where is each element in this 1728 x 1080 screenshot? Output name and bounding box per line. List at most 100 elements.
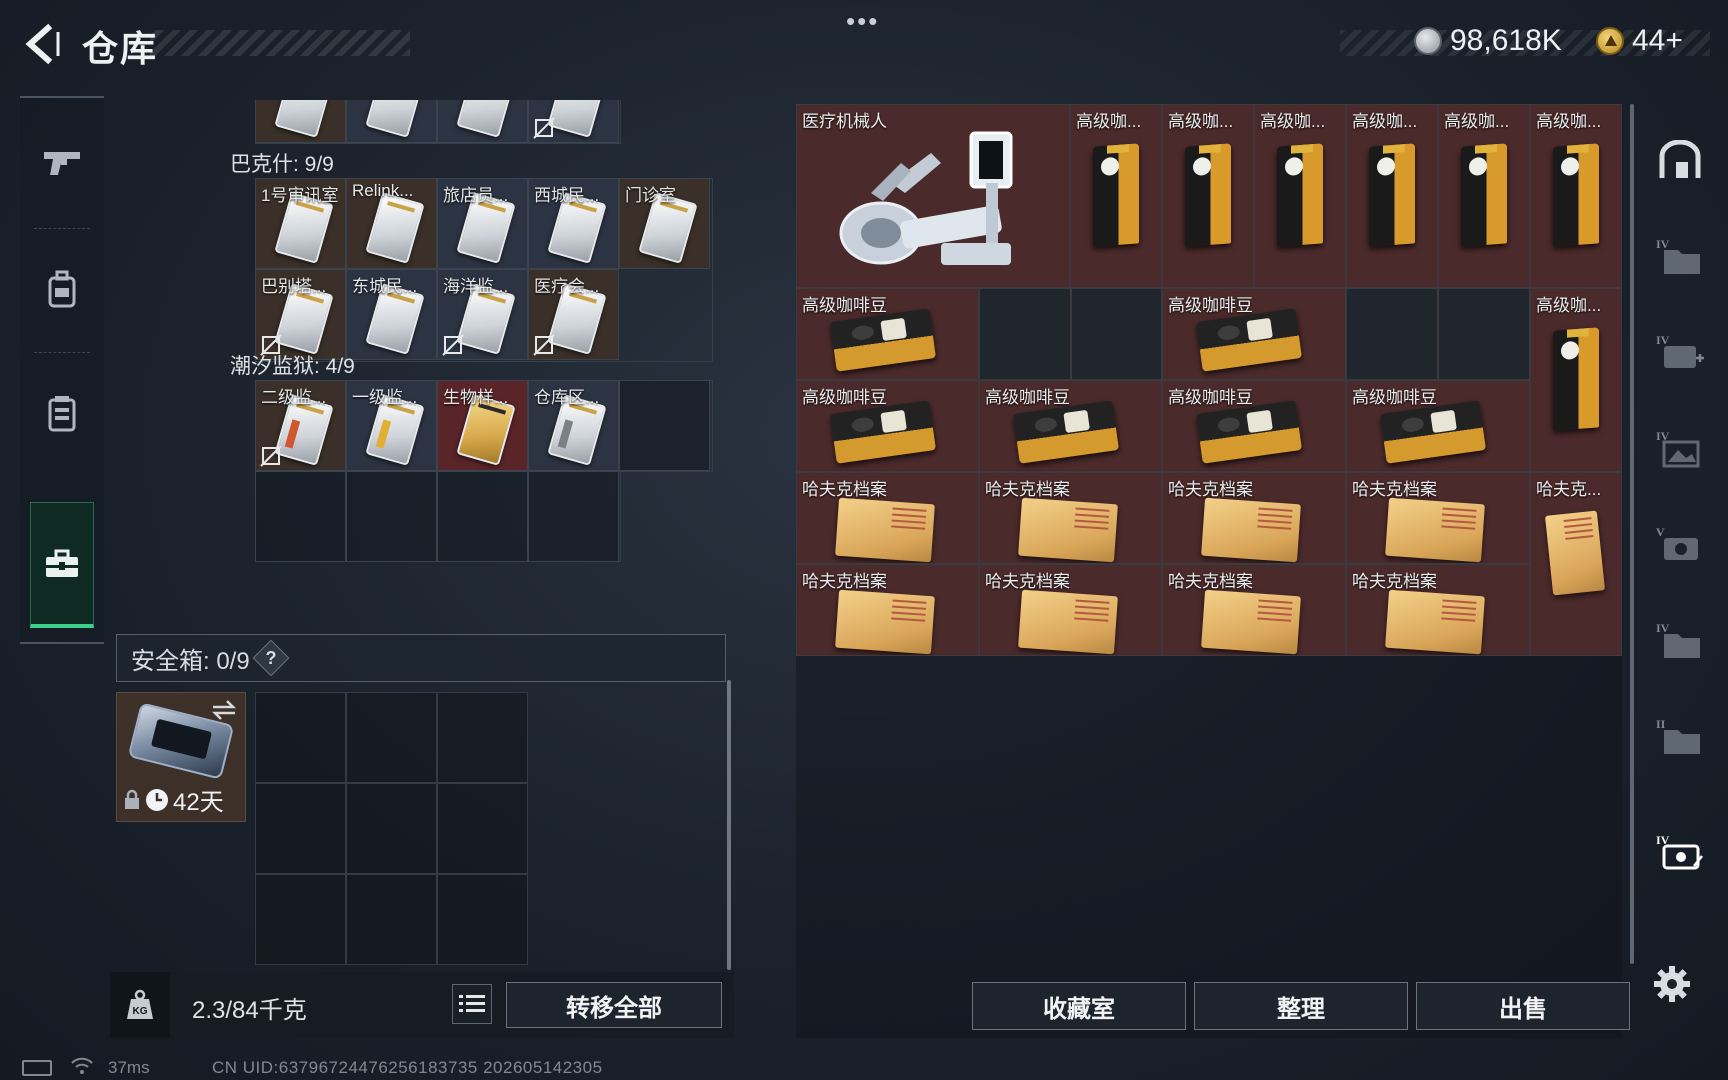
list-view-button[interactable] [452,984,492,1024]
stash-item-coffee[interactable]: 高级咖... [1530,104,1622,288]
svg-text:KG: KG [133,1006,148,1017]
organize-button[interactable]: 整理 [1194,982,1408,1030]
silver-currency[interactable]: 98,618K [1414,24,1562,58]
key-slot[interactable]: 仓库区... [528,380,619,471]
sell-button[interactable]: 出售 [1416,982,1630,1030]
empty-key-slot[interactable] [346,471,437,562]
stash-item-archive[interactable]: 哈夫克档案 [1162,472,1346,564]
safebox-slot[interactable] [346,692,437,783]
gold-currency[interactable]: 44+ [1596,24,1683,58]
safebox-slot[interactable] [346,874,437,965]
key-slot[interactable]: 医疗会... [528,269,619,360]
collection-room-button[interactable]: 收藏室 [972,982,1186,1030]
stash-item-coffee[interactable]: 高级咖... [1530,288,1622,472]
safebox-slot[interactable] [437,692,528,783]
stash-page-4-device-active[interactable]: IV [1644,804,1716,900]
rail-tab-backpack[interactable] [30,234,94,344]
key-slot[interactable] [255,100,346,143]
safebox-slot[interactable] [437,783,528,874]
key-slot[interactable]: 1号审讯室 [255,178,346,269]
key-slot[interactable]: 东城民... [346,269,437,360]
stash-item-coffee[interactable]: 高级咖... [1070,104,1162,288]
ping-value: 37ms [108,1058,150,1077]
coffee-box-image [1196,400,1302,464]
empty-key-slot[interactable] [619,380,710,471]
stash-page-2-folder[interactable]: II [1644,688,1716,784]
container-scrollbar[interactable] [727,680,731,970]
rail-tab-weapon[interactable] [30,108,94,218]
stash-item-coffee[interactable]: 高级咖... [1346,104,1438,288]
item-label: 哈夫克档案 [802,572,887,591]
item-label: 高级咖... [1536,296,1602,315]
stash-item-archive[interactable]: 哈夫克档案 [796,564,979,656]
stash-item-medical-robot[interactable]: 医疗机械人 [796,104,1070,288]
key-slot[interactable]: 二级监... [255,380,346,471]
key-slot[interactable] [437,100,528,143]
empty-key-slot[interactable] [437,471,528,562]
rail-tab-vest[interactable] [30,358,94,468]
key-slot[interactable] [528,100,619,143]
stash-page-4-medical[interactable]: IV [1644,304,1716,400]
stash-settings-button[interactable] [1648,960,1696,1008]
key-slot[interactable]: 生物样... [437,380,528,471]
stash-item-archive[interactable]: 哈夫克档案 [1346,472,1530,564]
stash-item-archive[interactable]: 哈夫克档案 [1162,564,1346,656]
key-slot[interactable]: 门诊室 [619,178,710,269]
key-slot[interactable]: 海洋监... [437,269,528,360]
safebox-slot[interactable] [346,783,437,874]
stash-scrollbar[interactable] [1630,104,1634,964]
safebox-help-button[interactable]: ? [252,639,290,677]
archive-folder-image [1018,497,1118,563]
stash-item-archive[interactable]: 哈夫克档案 [979,564,1162,656]
stash-page-4-image[interactable]: IV [1644,400,1716,496]
folder-tier-ii-icon: II [1656,717,1700,754]
safebox-slot[interactable] [255,783,346,874]
stash-page-4-folder-b[interactable]: IV [1644,592,1716,688]
coffee-bag-image [1553,327,1599,431]
more-options-icon[interactable]: ••• [846,6,879,37]
rail-tab-toolbox[interactable] [30,502,94,628]
wifi-icon [71,1057,93,1074]
stash-page-4-folder[interactable]: IV [1644,208,1716,304]
key-slot[interactable]: 一级监... [346,380,437,471]
stash-item-archive[interactable]: 哈夫克档案 [979,472,1162,564]
stash-item-coffee-box[interactable]: 高级咖啡豆 [796,380,979,472]
stash-item-coffee-box[interactable]: 高级咖啡豆 [1162,380,1346,472]
key-slot[interactable]: 西城民... [528,178,619,269]
stash-item-archive[interactable]: 哈夫克... [1530,472,1622,656]
key-slot[interactable]: 旅店员... [437,178,528,269]
item-label: 高级咖... [1352,112,1418,131]
stash-item-coffee[interactable]: 高级咖... [1438,104,1530,288]
stash-item-coffee-box[interactable]: 高级咖啡豆 [796,288,979,380]
transfer-all-button[interactable]: 转移全部 [506,982,722,1028]
stash-item-coffee[interactable]: 高级咖... [1254,104,1346,288]
empty-key-slot[interactable] [255,471,346,562]
safebox-item[interactable]: 42天 [116,692,246,822]
key-slot[interactable]: 巴别塔... [255,269,346,360]
stash-item-archive[interactable]: 哈夫克档案 [796,472,979,564]
safebox-slot[interactable] [437,874,528,965]
safebox-slot[interactable] [255,692,346,783]
stash-grid: 医疗机械人 高级咖... 高级咖... 高级咖... 高级咖... 高级咖...… [796,104,1622,656]
stash-item-coffee-box[interactable]: 高级咖啡豆 [1346,380,1530,472]
stash-page-home[interactable] [1644,112,1716,208]
empty-key-slot[interactable] [528,471,619,562]
safebox-slot[interactable] [255,874,346,965]
user-uid: CN UID:6379672447625618373​5 20260514230… [212,1058,603,1077]
key-case-scroll-area[interactable]: 巴克什: 9/9 1号审讯室 Relink... 旅店员... 西城民... 门… [110,100,734,620]
stash-item-archive[interactable]: 哈夫克档案 [1346,564,1530,656]
stash-item-coffee-box[interactable]: 高级咖啡豆 [1162,288,1346,380]
key-slot[interactable] [346,100,437,143]
coffee-bag-image [1553,143,1599,247]
stash-item-coffee[interactable]: 高级咖... [1162,104,1254,288]
rail-divider [34,228,90,229]
key-label: 生物样... [443,388,509,407]
key-label: 东城民... [352,277,418,296]
key-slot[interactable]: Relink... [346,178,437,269]
stash-page-5-camera[interactable]: V [1644,496,1716,592]
archive-folder-image [1201,497,1301,563]
stash-item-coffee-box[interactable]: 高级咖啡豆 [979,380,1162,472]
back-button[interactable] [18,22,62,66]
item-label: 高级咖啡豆 [1352,388,1437,407]
keycard-image [365,192,425,264]
